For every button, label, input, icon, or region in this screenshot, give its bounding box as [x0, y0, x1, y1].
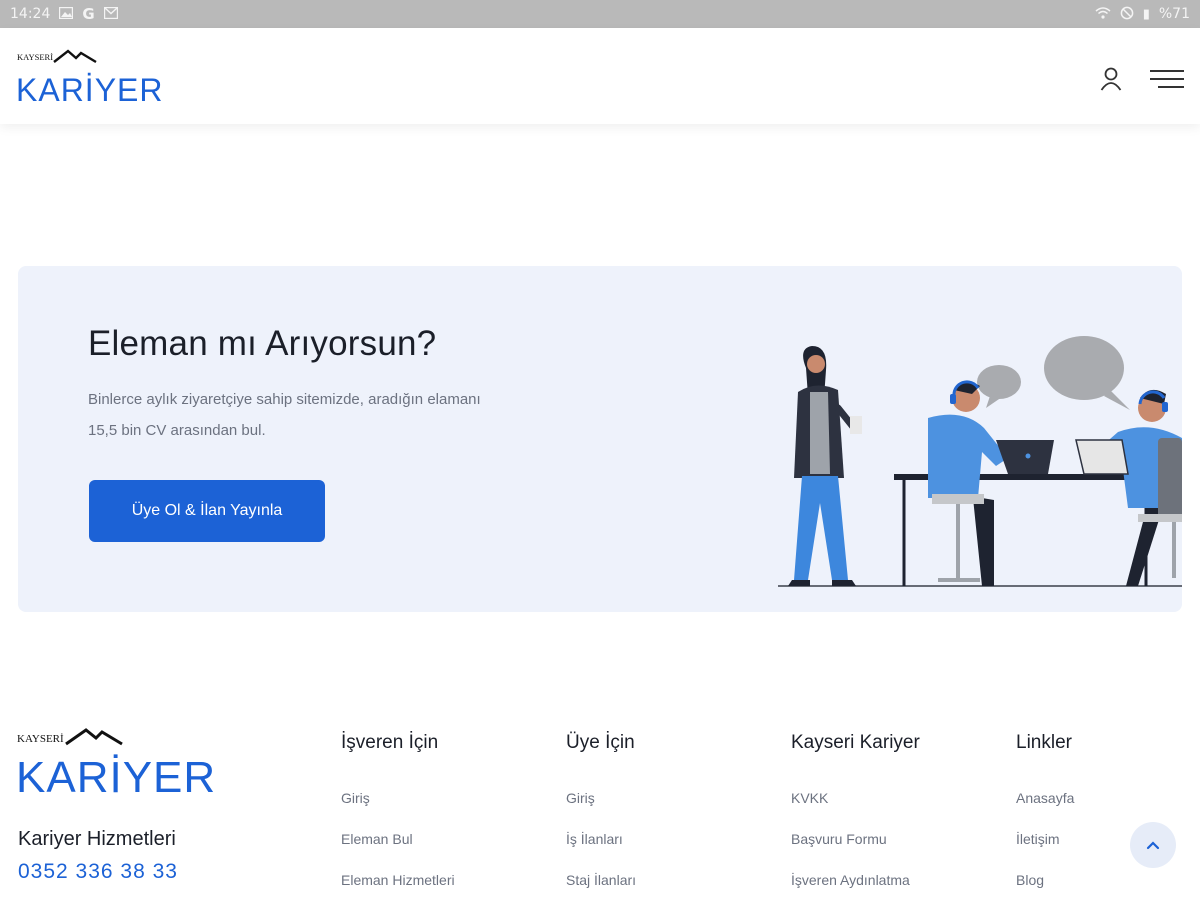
scroll-to-top-button[interactable] — [1130, 822, 1176, 868]
do-not-disturb-icon — [1120, 6, 1134, 23]
svg-text:KAYSERİ: KAYSERİ — [17, 52, 53, 62]
cta-description-line-1: Binlerce aylık ziyaretçiye sahip sitemiz… — [88, 391, 481, 408]
chevron-up-icon — [1146, 841, 1160, 850]
site-footer: KAYSERİ KARİYER Kariyer Hizmetleri 0352 … — [0, 700, 1200, 900]
footer-link[interactable]: Giriş — [341, 790, 370, 806]
footer-column-heading: Kayseri Kariyer — [791, 732, 920, 753]
cta-description-line-2: 15,5 bin CV arasından bul. — [88, 422, 266, 439]
footer-link-item[interactable]: Giriş — [341, 790, 551, 831]
site-header: KAYSERİ KARİYER — [0, 28, 1200, 124]
footer-link[interactable]: İletişim — [1016, 831, 1060, 847]
footer-link-item[interactable]: Giriş — [566, 790, 776, 831]
status-bar-left: 14:24 G — [10, 6, 118, 22]
footer-link-item[interactable]: İş İlanları — [566, 831, 776, 872]
battery-icon: ▮ — [1142, 6, 1150, 22]
footer-column-heading: Üye İçin — [566, 732, 635, 753]
footer-services-title: Kariyer Hizmetleri — [18, 828, 176, 850]
footer-column-employer: İşveren İçin Giriş Eleman Bul Eleman Hiz… — [341, 732, 551, 913]
user-icon[interactable] — [1094, 66, 1128, 92]
footer-column-heading: Linkler — [1016, 732, 1072, 753]
footer-link[interactable]: Başvuru Formu — [791, 831, 887, 847]
footer-link[interactable]: İş İlanları — [566, 831, 623, 847]
employer-cta-banner: Eleman mı Arıyorsun? Binlerce aylık ziya… — [18, 266, 1182, 612]
footer-link-item[interactable]: Blog — [1016, 872, 1176, 913]
footer-link[interactable]: KVKK — [791, 790, 828, 806]
footer-link-item[interactable]: İşveren Aydınlatma — [791, 872, 1001, 913]
footer-link[interactable]: Eleman Hizmetleri — [341, 872, 455, 888]
footer-link[interactable]: Eleman Bul — [341, 831, 413, 847]
header-actions — [1094, 66, 1184, 92]
footer-column-company: Kayseri Kariyer KVKK Başvuru Formu İşver… — [791, 732, 1001, 913]
svg-text:KARİYER: KARİYER — [16, 72, 163, 106]
svg-text:KARİYER: KARİYER — [16, 753, 216, 798]
cta-description: Binlerce aylık ziyaretçiye sahip sitemiz… — [88, 384, 558, 446]
register-and-post-job-button[interactable]: Üye Ol & İlan Yayınla — [89, 480, 325, 542]
footer-link[interactable]: Blog — [1016, 872, 1044, 888]
footer-column-heading: İşveren İçin — [341, 732, 439, 753]
status-bar-right: ▮ %71 — [1095, 6, 1190, 23]
footer-link-item[interactable]: Eleman Hizmetleri — [341, 872, 551, 913]
footer-column-member: Üye İçin Giriş İş İlanları Staj İlanları — [566, 732, 776, 913]
hamburger-menu-icon[interactable] — [1150, 66, 1184, 92]
kayseri-kariyer-footer-logo[interactable]: KAYSERİ KARİYER — [16, 726, 216, 798]
footer-link-item[interactable]: KVKK — [791, 790, 1001, 831]
footer-link-item[interactable]: Eleman Bul — [341, 831, 551, 872]
footer-link-item[interactable]: Başvuru Formu — [791, 831, 1001, 872]
gallery-icon — [59, 6, 74, 22]
footer-link[interactable]: Staj İlanları — [566, 872, 636, 888]
status-bar: 14:24 G ▮ %71 — [0, 0, 1200, 28]
kayseri-kariyer-logo[interactable]: KAYSERİ KARİYER — [16, 46, 166, 106]
battery-level: %71 — [1158, 6, 1190, 22]
footer-link[interactable]: İşveren Aydınlatma — [791, 872, 910, 888]
office-team-illustration — [778, 336, 1182, 587]
google-icon: G — [82, 4, 95, 23]
gmail-icon — [103, 6, 118, 22]
footer-link[interactable]: Giriş — [566, 790, 595, 806]
wifi-icon — [1095, 6, 1111, 22]
cta-title: Eleman mı Arıyorsun? — [88, 324, 437, 363]
footer-link[interactable]: Anasayfa — [1016, 790, 1074, 806]
status-time: 14:24 — [10, 6, 51, 22]
svg-text:KAYSERİ: KAYSERİ — [17, 733, 64, 745]
footer-phone-number[interactable]: 0352 336 38 33 — [18, 860, 178, 884]
footer-link-item[interactable]: Staj İlanları — [566, 872, 776, 913]
